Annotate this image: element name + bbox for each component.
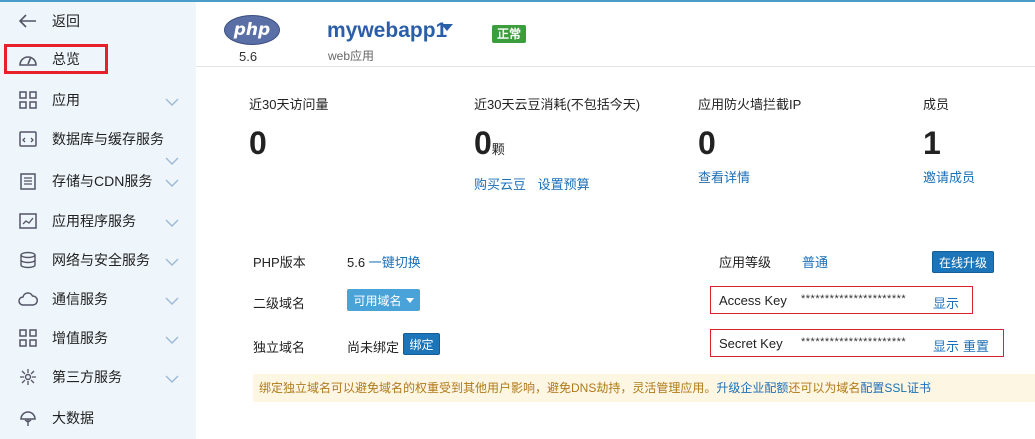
app-header: php 5.6 mywebapp1 web应用 正常	[196, 2, 1035, 67]
stack-icon	[18, 250, 38, 270]
stat-visits: 近30天访问量 0	[249, 94, 328, 161]
chevron-down-icon	[165, 95, 179, 106]
hub-icon	[18, 367, 38, 387]
stat-firewall: 应用防火墙拦截IP 0 查看详情	[698, 94, 801, 186]
caret-down-icon[interactable]	[441, 24, 453, 31]
grid-icon	[18, 328, 38, 348]
status-badge: 正常	[492, 25, 527, 43]
chevron-down-icon	[165, 372, 179, 383]
dashboard-icon	[18, 49, 38, 69]
available-domains-button[interactable]: 可用域名	[347, 289, 420, 311]
custom-domain-status: 尚未绑定	[347, 340, 400, 355]
bind-domain-button[interactable]: 绑定	[403, 333, 440, 355]
tree-icon	[18, 408, 38, 428]
grid-icon	[18, 90, 38, 110]
sidebar-item-label: 第三方服务	[52, 369, 122, 385]
sidebar-item-label: 应用	[52, 92, 80, 108]
sidebar-item-database[interactable]: 数据库与缓存服务	[0, 120, 196, 165]
notice-text: 绑定独立域名可以避免域名的权重受到其他用户影响，避免DNS劫持，灵活管理应用。	[259, 381, 717, 395]
stat-title: 成员	[923, 97, 950, 112]
show-secret-key-link[interactable]: 显示	[933, 336, 959, 355]
sidebar-back-label: 返回	[52, 13, 80, 29]
chevron-down-icon	[165, 255, 179, 266]
secret-key-mask: **********************	[801, 336, 907, 348]
sidebar-item-apps[interactable]: 应用	[0, 81, 196, 119]
stat-cloud-beans: 近30天云豆消耗(不包括今天) 0颗 购买云豆 设置预算	[474, 94, 640, 193]
sidebar-item-storage[interactable]: 存储与CDN服务	[0, 162, 196, 200]
chart-window-icon	[18, 211, 38, 231]
sidebar-item-third-party[interactable]: 第三方服务	[0, 358, 196, 396]
stat-members: 成员 1 邀请成员	[923, 94, 983, 186]
custom-domain-label: 独立域名	[253, 340, 306, 355]
set-budget-link[interactable]: 设置预算	[538, 177, 590, 192]
sidebar-item-label: 网络与安全服务	[52, 252, 150, 268]
stat-value: 0	[698, 125, 716, 161]
access-key-mask: **********************	[801, 293, 907, 305]
stat-value: 0颗	[474, 125, 505, 161]
chevron-down-icon	[165, 333, 179, 344]
sidebar-item-network-security[interactable]: 网络与安全服务	[0, 241, 196, 279]
sidebar-item-label: 通信服务	[52, 291, 108, 307]
chevron-down-icon	[165, 294, 179, 305]
php-version-row: 5.6 一键切换	[347, 252, 421, 271]
secret-key-box: Secret Key ********************** 显示 重置	[710, 329, 1004, 357]
sidebar-item-communication[interactable]: 通信服务	[0, 280, 196, 318]
sidebar-item-value-added[interactable]: 增值服务	[0, 319, 196, 357]
reset-secret-key-link[interactable]: 重置	[963, 336, 989, 355]
sidebar-item-label: 大数据	[52, 410, 94, 426]
buy-beans-link[interactable]: 购买云豆	[474, 177, 526, 192]
domain-notice: 绑定独立域名可以避免域名的权重受到其他用户影响，避免DNS劫持，灵活管理应用。升…	[253, 374, 1035, 402]
notice-text-2: 还可以为域名	[788, 381, 861, 395]
ssl-cert-link[interactable]: 配置SSL证书	[860, 381, 931, 395]
php-version-text: 5.6	[239, 49, 258, 64]
stat-value: 0	[249, 125, 267, 161]
switch-version-link[interactable]: 一键切换	[369, 255, 421, 270]
sidebar-item-app-services[interactable]: 应用程序服务	[0, 202, 196, 240]
notepad-icon	[18, 171, 38, 191]
stat-title: 应用防火墙拦截IP	[698, 97, 802, 112]
sidebar-item-overview[interactable]: 总览	[4, 44, 108, 74]
main-content: php 5.6 mywebapp1 web应用 正常 近30天访问量 0 近30…	[196, 2, 1035, 439]
chevron-down-icon	[165, 176, 179, 187]
app-type-label: web应用	[328, 49, 375, 63]
app-level-label: 应用等级	[719, 255, 772, 270]
arrow-left-icon	[18, 11, 38, 31]
invite-member-link[interactable]: 邀请成员	[923, 170, 975, 185]
sidebar-item-label: 总览	[52, 51, 80, 67]
sidebar: 返回 总览 应用 数据库与缓存服务 存储与CDN服务 应用程序服务 网络与安全服…	[0, 2, 196, 439]
php-logo: php	[224, 15, 280, 45]
sidebar-back[interactable]: 返回	[0, 2, 196, 40]
cloud-icon	[18, 289, 38, 309]
upgrade-online-button[interactable]: 在线升级	[932, 251, 994, 273]
app-name-dropdown[interactable]: mywebapp1	[327, 19, 447, 43]
access-key-box: Access Key ********************** 显示	[710, 286, 973, 314]
access-key-label: Access Key	[719, 293, 787, 308]
show-access-key-link[interactable]: 显示	[933, 293, 959, 312]
app-level-value[interactable]: 普通	[802, 252, 828, 271]
caret-down-icon	[405, 297, 414, 303]
secret-key-label: Secret Key	[719, 336, 783, 351]
subdomain-label: 二级域名	[253, 296, 306, 311]
view-details-link[interactable]: 查看详情	[698, 170, 750, 185]
stat-value: 1	[923, 125, 941, 161]
upgrade-quota-link[interactable]: 升级企业配额	[716, 381, 788, 395]
sidebar-item-label: 存储与CDN服务	[52, 173, 153, 189]
sidebar-item-label: 应用程序服务	[52, 213, 136, 229]
sidebar-item-big-data[interactable]: 大数据	[0, 399, 196, 437]
available-domains-label: 可用域名	[353, 293, 402, 308]
php-version-label: PHP版本	[253, 255, 306, 270]
chevron-down-icon	[165, 216, 179, 227]
stat-title: 近30天云豆消耗(不包括今天)	[474, 97, 641, 112]
sidebar-item-label: 增值服务	[52, 330, 108, 346]
php-version-value: 5.6	[347, 255, 366, 270]
stat-title: 近30天访问量	[249, 97, 329, 112]
stat-unit: 颗	[491, 142, 505, 157]
database-code-icon	[18, 129, 38, 149]
sidebar-item-label: 数据库与缓存服务	[52, 131, 164, 147]
